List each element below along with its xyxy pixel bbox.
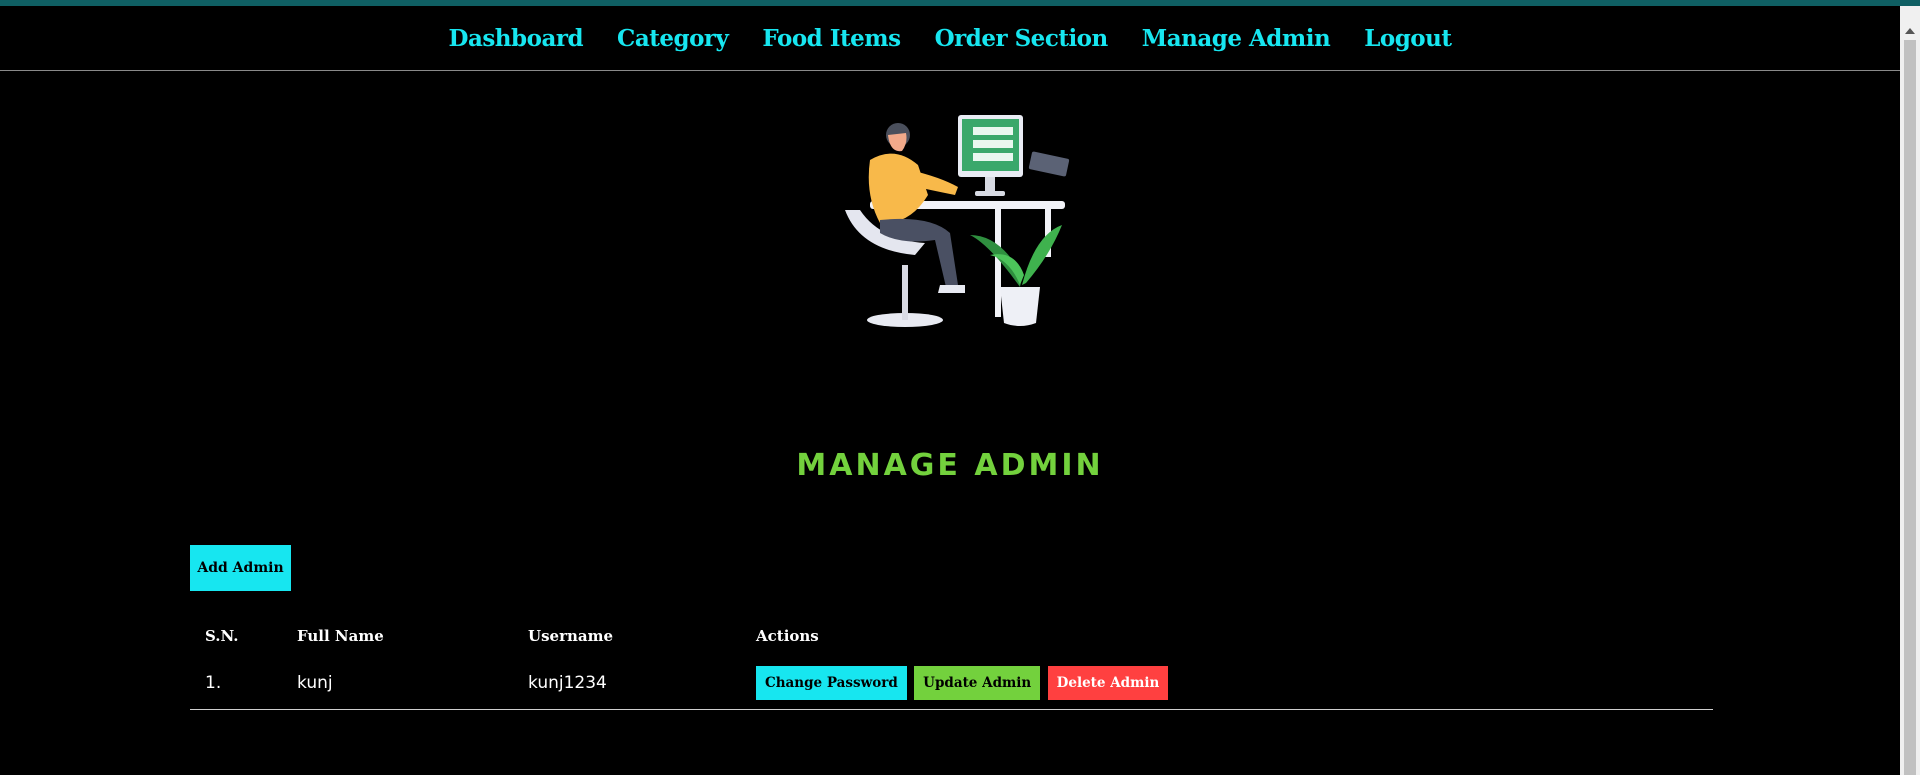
nav-category[interactable]: Category [617, 25, 729, 52]
vertical-scrollbar[interactable] [1900, 6, 1920, 775]
cell-username: kunj1234 [513, 657, 741, 710]
add-admin-button[interactable]: Add Admin [190, 545, 291, 591]
scrollbar-thumb[interactable] [1904, 40, 1916, 775]
nav-manage-admin[interactable]: Manage Admin [1142, 25, 1331, 52]
nav-logout[interactable]: Logout [1364, 25, 1452, 52]
header-full-name: Full Name [297, 627, 384, 645]
cell-full-name: kunj [282, 657, 513, 710]
cell-sn: 1. [190, 657, 282, 710]
cell-actions: Change Password Update Admin Delete Admi… [741, 657, 1713, 710]
update-admin-button[interactable]: Update Admin [914, 666, 1041, 700]
header-sn: S.N. [205, 627, 239, 645]
scroll-up-arrow-icon[interactable] [1905, 28, 1915, 34]
table-header-row: S.N. Full Name Username Actions [190, 615, 1713, 657]
nav-dashboard[interactable]: Dashboard [449, 25, 584, 52]
nav-order-section[interactable]: Order Section [935, 25, 1109, 52]
header-actions: Actions [756, 627, 819, 645]
header-username: Username [528, 627, 614, 645]
hero-illustration [845, 115, 1070, 327]
delete-admin-button[interactable]: Delete Admin [1047, 666, 1169, 700]
change-password-button[interactable]: Change Password [756, 666, 907, 700]
main-nav: Dashboard Category Food Items Order Sect… [0, 6, 1900, 71]
page-title: MANAGE ADMIN [796, 448, 1104, 483]
admin-table: S.N. Full Name Username Actions 1. kunj … [190, 615, 1713, 710]
table-row: 1. kunj kunj1234 Change Password Update … [190, 657, 1713, 710]
nav-food-items[interactable]: Food Items [762, 25, 901, 52]
